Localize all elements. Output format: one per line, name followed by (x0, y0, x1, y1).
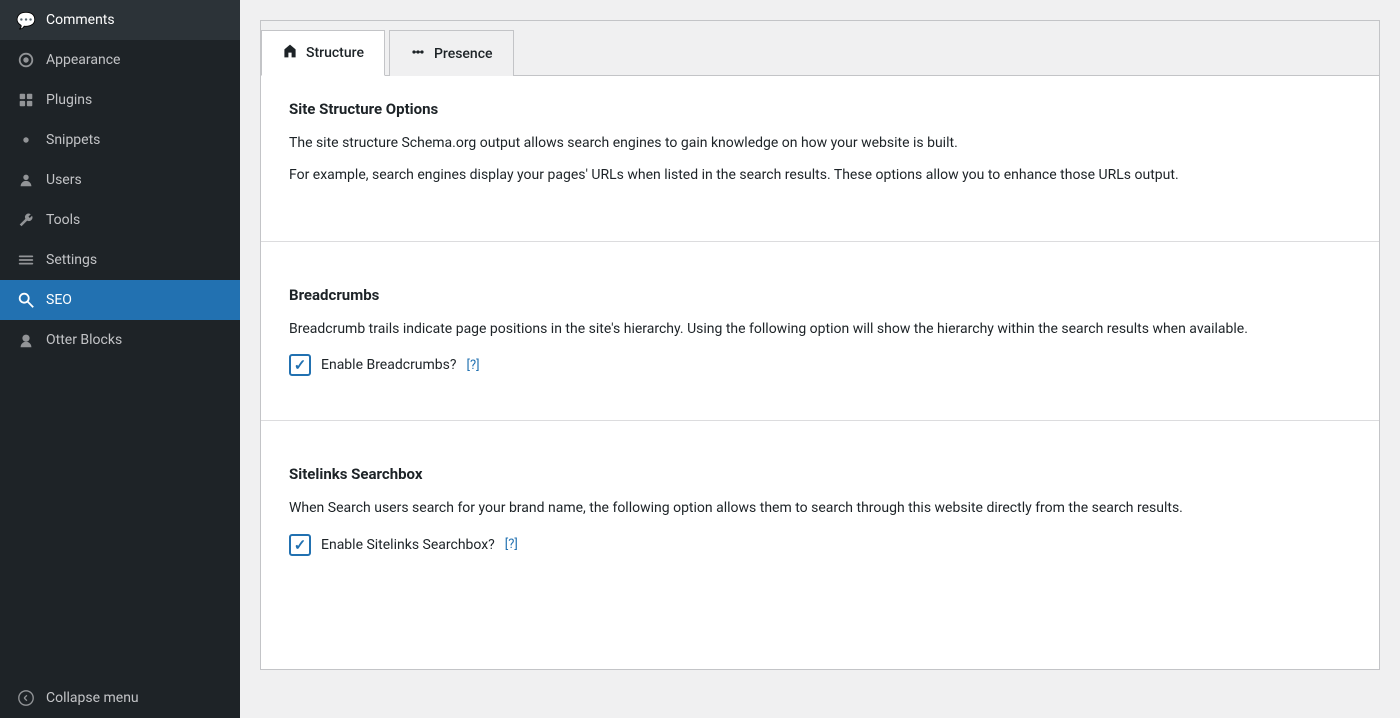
users-icon (16, 170, 36, 190)
sitelinks-desc: When Search users search for your brand … (289, 497, 1351, 519)
content-area: Structure Presence Site Structure Option… (260, 20, 1380, 670)
sidebar-item-comments-label: Comments (46, 12, 115, 28)
sidebar-item-seo[interactable]: SEO (0, 280, 240, 320)
main-content: Structure Presence Site Structure Option… (240, 0, 1400, 718)
tab-structure[interactable]: Structure (261, 30, 385, 76)
sidebar-item-settings-label: Settings (46, 252, 97, 268)
site-structure-desc1: The site structure Schema.org output all… (289, 132, 1351, 154)
sidebar-item-appearance[interactable]: Appearance (0, 40, 240, 80)
breadcrumbs-checkbox-row: ✓ Enable Breadcrumbs? [?] (289, 354, 1351, 376)
sitelinks-checkbox-row: ✓ Enable Sitelinks Searchbox? [?] (289, 534, 1351, 556)
sitelinks-section: Sitelinks Searchbox When Search users se… (261, 441, 1379, 579)
sitelinks-help-link[interactable]: [?] (505, 537, 518, 552)
sidebar-item-snippets-label: Snippets (46, 132, 100, 148)
site-structure-title: Site Structure Options (289, 100, 1351, 118)
sidebar-item-plugins-label: Plugins (46, 92, 92, 108)
breadcrumbs-title: Breadcrumbs (289, 286, 1351, 304)
collapse-icon (16, 688, 36, 708)
tabs-container: Structure Presence (261, 21, 1379, 76)
settings-icon (16, 250, 36, 270)
tab-presence-label: Presence (434, 46, 493, 62)
sidebar-item-tools-label: Tools (46, 212, 80, 228)
enable-sitelinks-checkbox[interactable]: ✓ (289, 534, 311, 556)
seo-icon (16, 290, 36, 310)
sidebar-item-plugins[interactable]: Plugins (0, 80, 240, 120)
tab-structure-label: Structure (306, 45, 364, 61)
checkmark-icon: ✓ (294, 356, 307, 374)
collapse-menu-label: Collapse menu (46, 690, 139, 706)
comments-icon: 💬 (16, 10, 36, 30)
sidebar-item-tools[interactable]: Tools (0, 200, 240, 240)
appearance-icon (16, 50, 36, 70)
presence-tab-icon (410, 44, 426, 64)
otter-blocks-icon (16, 330, 36, 350)
sidebar-item-users[interactable]: Users (0, 160, 240, 200)
divider-2 (261, 420, 1379, 421)
collapse-menu-button[interactable]: Collapse menu (0, 678, 240, 718)
structure-tab-icon (282, 43, 298, 63)
sitelinks-title: Sitelinks Searchbox (289, 465, 1351, 483)
breadcrumbs-section: Breadcrumbs Breadcrumb trails indicate p… (261, 262, 1379, 400)
sitelinks-checkmark-icon: ✓ (294, 536, 307, 554)
enable-breadcrumbs-checkbox[interactable]: ✓ (289, 354, 311, 376)
sidebar-item-seo-label: SEO (46, 292, 72, 308)
breadcrumbs-help-link[interactable]: [?] (467, 358, 480, 373)
sidebar-item-users-label: Users (46, 172, 82, 188)
sidebar-item-snippets[interactable]: Snippets (0, 120, 240, 160)
breadcrumbs-desc: Breadcrumb trails indicate page position… (289, 318, 1351, 340)
divider-1 (261, 241, 1379, 242)
sidebar: 💬 Comments Appearance Plugins (0, 0, 240, 718)
tools-icon (16, 210, 36, 230)
tab-presence[interactable]: Presence (389, 30, 514, 76)
snippets-icon (16, 130, 36, 150)
breadcrumbs-checkbox-label: Enable Breadcrumbs? (321, 357, 457, 373)
sidebar-item-settings[interactable]: Settings (0, 240, 240, 280)
sidebar-item-appearance-label: Appearance (46, 52, 120, 68)
sitelinks-checkbox-label: Enable Sitelinks Searchbox? (321, 537, 495, 553)
plugins-icon (16, 90, 36, 110)
site-structure-desc2: For example, search engines display your… (289, 164, 1351, 186)
sidebar-item-otter-blocks-label: Otter Blocks (46, 332, 122, 348)
site-structure-section: Site Structure Options The site structur… (261, 76, 1379, 221)
sidebar-item-comments[interactable]: 💬 Comments (0, 0, 240, 40)
sidebar-item-otter-blocks[interactable]: Otter Blocks (0, 320, 240, 360)
